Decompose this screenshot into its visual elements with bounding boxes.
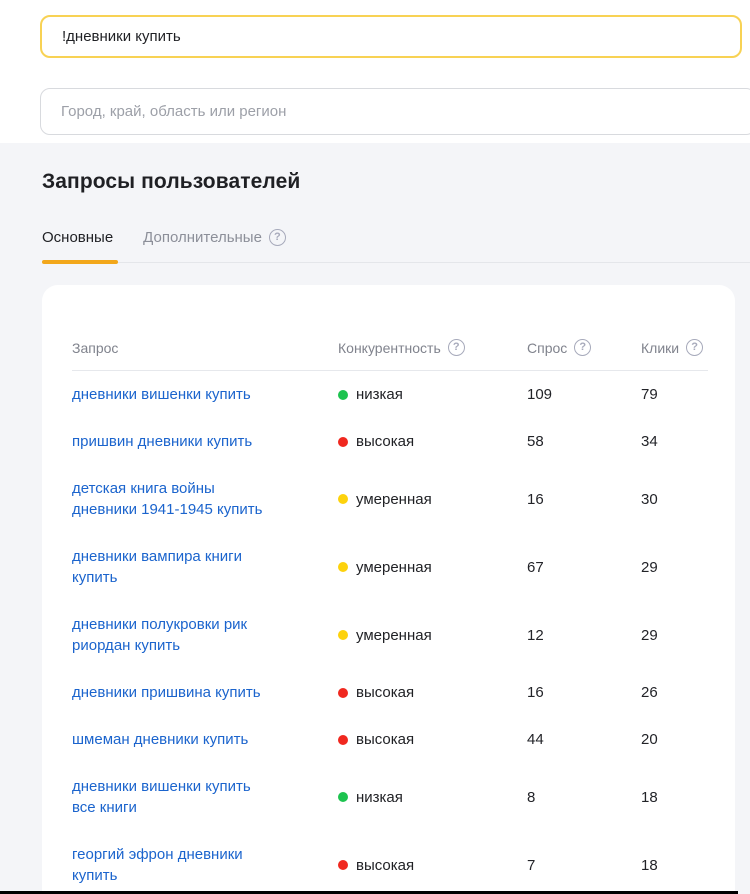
demand-value: 8 <box>527 789 641 806</box>
help-icon[interactable]: ? <box>269 229 286 246</box>
queries-card: Запрос Конкурентность ? Спрос ? Клики ? <box>42 285 735 894</box>
column-header-query: Запрос <box>72 340 338 356</box>
clicks-value: 29 <box>641 559 708 576</box>
competition-dot <box>338 688 348 698</box>
query-link[interactable]: дневники полукровки рик риордан купить <box>72 614 267 656</box>
query-link[interactable]: георгий эфрон дневники купить <box>72 844 267 886</box>
competition-label: высокая <box>356 857 414 874</box>
demand-value: 12 <box>527 627 641 644</box>
competition-label: высокая <box>356 731 414 748</box>
query-link[interactable]: детская книга войны дневники 1941-1945 к… <box>72 478 267 520</box>
query-link[interactable]: шмеман дневники купить <box>72 729 248 750</box>
queries-section: Запросы пользователей Основные Дополните… <box>0 143 750 894</box>
query-link[interactable]: дневники вишенки купить все книги <box>72 776 267 818</box>
competition-label: высокая <box>356 433 414 450</box>
clicks-value: 30 <box>641 491 708 508</box>
competition-dot <box>338 630 348 640</box>
clicks-value: 18 <box>641 857 708 874</box>
clicks-value: 20 <box>641 731 708 748</box>
demand-value: 16 <box>527 491 641 508</box>
competition-dot <box>338 437 348 447</box>
competition-dot <box>338 792 348 802</box>
demand-value: 44 <box>527 731 641 748</box>
query-link[interactable]: пришвин дневники купить <box>72 431 252 452</box>
search-area <box>0 0 750 143</box>
column-header-competition: Конкурентность ? <box>338 339 527 356</box>
query-link[interactable]: дневники пришвина купить <box>72 682 261 703</box>
keyword-input[interactable] <box>40 15 742 58</box>
competition-dot <box>338 735 348 745</box>
demand-value: 7 <box>527 857 641 874</box>
table-row: георгий эфрон дневники купить высокая 7 … <box>72 831 708 894</box>
table-row: пришвин дневники купить высокая 58 34 <box>72 418 708 465</box>
help-icon[interactable]: ? <box>574 339 591 356</box>
competition-dot <box>338 860 348 870</box>
tab-main-label: Основные <box>42 229 113 246</box>
demand-value: 16 <box>527 684 641 701</box>
table-row: дневники вишенки купить низкая 109 79 <box>72 371 708 418</box>
column-header-demand: Спрос ? <box>527 339 641 356</box>
competition-label: умеренная <box>356 559 432 576</box>
table-body: дневники вишенки купить низкая 109 79 пр… <box>72 371 708 894</box>
table-row: дневники вампира книги купить умеренная … <box>72 533 708 601</box>
column-header-clicks: Клики ? <box>641 339 708 356</box>
help-icon[interactable]: ? <box>686 339 703 356</box>
demand-value: 58 <box>527 433 641 450</box>
competition-label: низкая <box>356 789 403 806</box>
clicks-value: 29 <box>641 627 708 644</box>
competition-dot <box>338 494 348 504</box>
table-row: дневники вишенки купить все книги низкая… <box>72 763 708 831</box>
clicks-value: 26 <box>641 684 708 701</box>
region-input[interactable] <box>40 88 750 135</box>
competition-dot <box>338 562 348 572</box>
demand-value: 67 <box>527 559 641 576</box>
queries-table: Запрос Конкурентность ? Спрос ? Клики ? <box>42 285 735 894</box>
tab-additional[interactable]: Дополнительные ? <box>143 229 286 246</box>
help-icon[interactable]: ? <box>448 339 465 356</box>
demand-value: 109 <box>527 386 641 403</box>
query-link[interactable]: дневники вишенки купить <box>72 384 251 405</box>
page-title: Запросы пользователей <box>42 170 300 194</box>
tabs: Основные Дополнительные ? <box>42 229 286 246</box>
clicks-value: 18 <box>641 789 708 806</box>
tab-additional-label: Дополнительные <box>143 229 262 246</box>
tab-main[interactable]: Основные <box>42 229 113 246</box>
table-row: детская книга войны дневники 1941-1945 к… <box>72 465 708 533</box>
competition-dot <box>338 390 348 400</box>
table-header-row: Запрос Конкурентность ? Спрос ? Клики ? <box>72 339 708 370</box>
table-row: дневники полукровки рик риордан купить у… <box>72 601 708 669</box>
table-row: дневники пришвина купить высокая 16 26 <box>72 669 708 716</box>
competition-label: умеренная <box>356 627 432 644</box>
table-row: шмеман дневники купить высокая 44 20 <box>72 716 708 763</box>
competition-label: умеренная <box>356 491 432 508</box>
clicks-value: 79 <box>641 386 708 403</box>
tabs-divider <box>42 262 750 263</box>
active-tab-underline <box>42 260 118 264</box>
clicks-value: 34 <box>641 433 708 450</box>
query-link[interactable]: дневники вампира книги купить <box>72 546 267 588</box>
competition-label: высокая <box>356 684 414 701</box>
competition-label: низкая <box>356 386 403 403</box>
